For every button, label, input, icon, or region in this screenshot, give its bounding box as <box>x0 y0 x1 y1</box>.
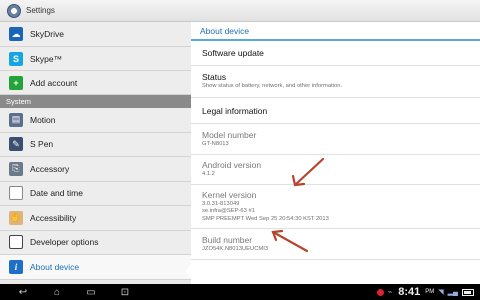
software-update-item[interactable]: Software update <box>191 41 480 66</box>
sidebar-item-label: Add account <box>30 77 78 88</box>
kernel-version-label: Kernel version <box>202 190 257 201</box>
add-account-icon: + <box>9 75 23 90</box>
status-description: Show status of battery, network, and oth… <box>202 83 343 90</box>
sidebar-item-label: Developer options <box>30 237 99 248</box>
hand-icon: ✋ <box>9 210 23 225</box>
sidebar-item-s-pen[interactable]: ✎ S Pen <box>0 132 191 157</box>
kernel-version-line: SMP PREEMPT Wed Sep 25 20:54:30 KST 2013 <box>202 215 329 222</box>
sidebar-item-about-device[interactable]: i About device <box>0 255 191 280</box>
sidebar-item-skype[interactable]: S Skype™ <box>0 47 191 71</box>
model-number-label: Model number <box>202 129 257 140</box>
sidebar-item-label: Date and time <box>30 188 83 199</box>
sidebar-item-label: S Pen <box>30 139 54 150</box>
system-navigation-bar: ↩ ⌂ ▭ ⊡ ⌁ 8:41 PM ◥ ▂▄ <box>0 284 480 300</box>
recent-apps-icon[interactable]: ▭ <box>80 287 102 298</box>
s-pen-icon: ✎ <box>9 137 23 152</box>
usb-icon: ⌁ <box>388 289 393 296</box>
clock-time: 8:41 <box>398 286 421 298</box>
sidebar-item-add-account[interactable]: + Add account <box>0 71 191 95</box>
sidebar-item-label: Accessibility <box>30 212 77 223</box>
sidebar-item-label: SkyDrive <box>30 29 65 39</box>
section-header-system: System <box>0 95 191 108</box>
title-bar: Settings <box>0 0 480 22</box>
status-item[interactable]: Status Show status of battery, network, … <box>191 66 480 98</box>
status-area[interactable]: ⌁ 8:41 PM ◥ ▂▄ <box>373 286 474 298</box>
info-icon: i <box>9 259 23 274</box>
screenshot-icon[interactable]: ⊡ <box>114 287 136 298</box>
code-braces-icon: {} <box>9 235 23 250</box>
accessory-icon: ⎘ <box>9 161 23 176</box>
android-version-item[interactable]: Android version 4.1.2 <box>191 155 480 185</box>
motion-icon: ▤ <box>9 112 23 127</box>
legal-information-label: Legal information <box>202 105 268 116</box>
window-title: Settings <box>26 6 55 15</box>
battery-icon <box>462 288 474 296</box>
sidebar-item-label: Accessory <box>30 163 70 174</box>
sidebar-item-accessory[interactable]: ⎘ Accessory <box>0 157 191 182</box>
sidebar-item-developer-options[interactable]: {} Developer options <box>0 230 191 255</box>
sidebar-item-skydrive[interactable]: ☁ SkyDrive <box>0 22 191 47</box>
build-number-label: Build number <box>202 234 253 245</box>
clock-ampm: PM <box>425 289 435 295</box>
legal-information-item[interactable]: Legal information <box>191 98 480 124</box>
clock-icon: ◔ <box>9 186 23 201</box>
sidebar-item-label: Motion <box>30 114 56 125</box>
recording-icon <box>377 288 385 296</box>
wifi-icon: ◥ <box>438 289 444 296</box>
back-icon[interactable]: ↩ <box>12 287 34 298</box>
software-update-label: Software update <box>202 48 264 58</box>
android-version-value: 4.1.2 <box>202 171 215 178</box>
model-number-value: GT-N8013 <box>202 140 229 147</box>
android-version-label: Android version <box>202 160 262 171</box>
panel-header: About device <box>191 22 480 41</box>
sidebar-item-label: About device <box>30 261 80 272</box>
kernel-version-line: se.infra@SEP-63 #1 <box>202 208 255 215</box>
settings-sidebar: ☁ SkyDrive S Skype™ + Add account System… <box>0 22 191 284</box>
sidebar-item-label: Skype™ <box>30 53 63 64</box>
sidebar-item-date-and-time[interactable]: ◔ Date and time <box>0 181 191 206</box>
kernel-version-line: 3.0.31-813049 <box>202 201 240 208</box>
sidebar-item-accessibility[interactable]: ✋ Accessibility <box>0 206 191 231</box>
build-number-item[interactable]: Build number JZO54K.N8013UEUCMI3 <box>191 229 480 260</box>
build-number-value: JZO54K.N8013UEUCMI3 <box>202 245 269 252</box>
home-icon[interactable]: ⌂ <box>46 287 68 298</box>
skype-icon: S <box>9 51 23 66</box>
kernel-version-item: Kernel version 3.0.31-813049 se.infra@SE… <box>191 185 480 229</box>
status-label: Status <box>202 72 227 83</box>
model-number-item: Model number GT-N8013 <box>191 124 480 155</box>
signal-icon: ▂▄ <box>447 289 458 296</box>
sidebar-item-motion[interactable]: ▤ Motion <box>0 108 191 133</box>
settings-app-icon <box>7 3 21 18</box>
about-device-panel: About device Software update Status Show… <box>191 22 480 284</box>
skydrive-icon: ☁ <box>9 27 23 41</box>
